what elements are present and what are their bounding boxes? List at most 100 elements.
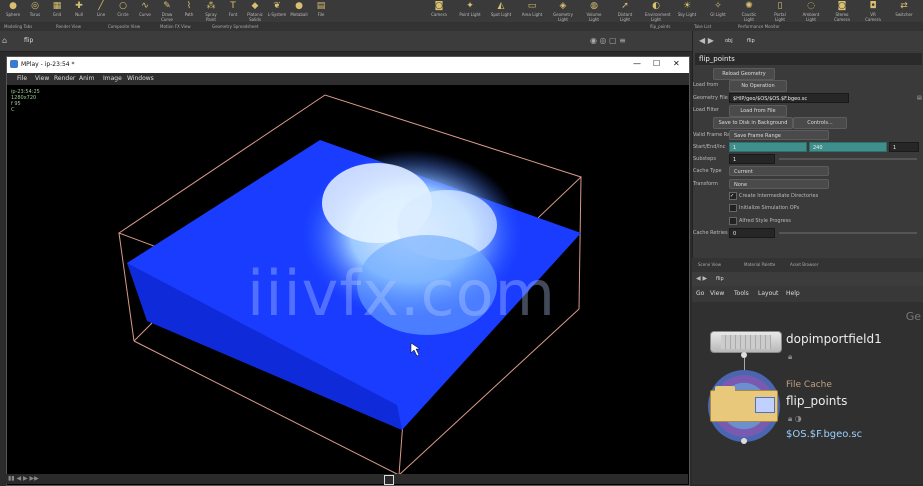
network-menu-item[interactable]: Help <box>786 290 800 297</box>
caustic-light-icon: ✺ <box>745 1 753 11</box>
controls-button[interactable]: Controls... <box>793 117 847 130</box>
reload-geometry-button[interactable]: Reload Geometry <box>713 68 775 80</box>
inc-field[interactable]: 1 <box>889 141 919 152</box>
node-output-connector[interactable] <box>741 352 747 358</box>
shelf-tool-circle[interactable]: ○ Circle <box>112 1 134 21</box>
minimize-button[interactable]: — <box>633 59 641 68</box>
shelf-tool-metaball[interactable]: ● Metaball <box>288 1 310 21</box>
pane-path-flip[interactable]: flip <box>747 38 755 44</box>
timeline-bar[interactable]: ▮▮ ◀ ▶ ▶▶ <box>6 474 688 485</box>
network-menu-item[interactable]: Layout <box>758 290 778 297</box>
shelf-tool-area-light[interactable]: ▭ Area Light <box>521 1 543 21</box>
shelf-tool-distant-light[interactable]: ➚ Distant Light <box>614 1 636 22</box>
shelf-tab[interactable]: Motion FX View <box>160 24 191 29</box>
node2-output-connector[interactable] <box>741 438 747 444</box>
shelf-tool-geo-light[interactable]: ◈ Geometry Light <box>552 1 574 22</box>
lsystem-icon: ❦ <box>273 1 281 11</box>
shelf-tool-label: Metaball <box>290 12 308 17</box>
param-value-field[interactable]: 0 <box>729 227 775 238</box>
pane-tab[interactable]: Take List <box>694 24 711 29</box>
shelf-tool-path[interactable]: ⌇ Path <box>178 1 200 21</box>
playback-controls-icon[interactable]: ▮▮ ◀ ▶ ▶▶ <box>8 475 39 482</box>
shelf-tool-file[interactable]: ▤ File <box>310 1 332 21</box>
save-to-disk-background-button[interactable]: Save to Disk in Background <box>713 117 793 130</box>
shelf-tool-caustic-light[interactable]: ✺ Caustic Light <box>738 1 760 22</box>
shelf-tool-torus[interactable]: ◎ Torus <box>24 1 46 21</box>
dopimportfield-node[interactable] <box>710 331 782 353</box>
shelf-tool-switcher[interactable]: ⇄ Switcher <box>893 1 915 21</box>
checkbox[interactable]: ✓ <box>729 192 737 200</box>
maximize-button[interactable]: ☐ <box>653 59 660 68</box>
shelf-tool-point-light[interactable]: ✦ Point Light <box>459 1 481 21</box>
checkbox-label: Create Intermediate Directories <box>739 193 819 199</box>
network-path[interactable]: flip <box>716 276 724 282</box>
shelf-tool-label: Draw Curve <box>161 12 173 22</box>
shelf-tool-sky-light[interactable]: ☀ Sky Light <box>676 1 698 21</box>
lock-icon-2[interactable]: 🔒︎ ◑ <box>788 414 802 424</box>
geometry-file-field[interactable]: $HIP/geo/$OS/$OS.$F.bgeo.sc <box>729 92 849 103</box>
checkbox-label: Alfred Style Progress <box>739 217 791 224</box>
mplay-menu-item[interactable]: Windows <box>127 75 154 82</box>
param-value-field[interactable]: 1 <box>729 154 775 165</box>
shelf-tool-font[interactable]: T Font <box>222 1 244 21</box>
network-tab[interactable]: Asset Browser <box>790 262 818 267</box>
shelf-tab[interactable]: Geometry Spreadsheet <box>212 24 258 29</box>
back-icon[interactable]: ◀ ▶ <box>699 36 714 45</box>
checkbox[interactable] <box>729 204 737 213</box>
start-frame-field[interactable]: 1 <box>729 141 807 152</box>
mplay-menu-item[interactable]: Anim <box>79 75 94 82</box>
shelf-tool-sphere[interactable]: ● Sphere <box>2 1 24 21</box>
shelf-tab[interactable]: Composite View <box>108 24 140 29</box>
pane-path[interactable]: flip <box>24 37 33 44</box>
shelf-tool-volume-light[interactable]: ◍ Volume Light <box>583 1 605 22</box>
network-menu-item[interactable]: Go <box>696 290 704 297</box>
param-button[interactable]: No Operation <box>729 80 787 93</box>
lock-icon[interactable]: 🔒︎ <box>788 352 792 362</box>
shelf-tool-gi-light[interactable]: ✧ GI Light <box>707 1 729 21</box>
shelf-tool-curve[interactable]: ∿ Curve <box>134 1 156 21</box>
shelf-tool-vr-camera[interactable]: ◘ VR Camera <box>862 1 884 22</box>
obj-icon[interactable]: ◀ ▶ <box>696 275 707 282</box>
shelf-tab[interactable]: Render View <box>56 24 81 29</box>
end-frame-field[interactable]: 240 <box>809 141 887 152</box>
shelf-tool-line[interactable]: ╱ Line <box>90 1 112 21</box>
param-button[interactable]: Load from File <box>729 104 787 117</box>
shelf-tool-spot-light[interactable]: ◭ Spot Light <box>490 1 512 21</box>
shelf-tool-null[interactable]: ✚ Null <box>68 1 90 21</box>
param-slider[interactable] <box>779 158 917 161</box>
pane-tab[interactable]: flip_points <box>650 24 670 29</box>
shelf-tool-camera[interactable]: ◙ Camera <box>428 1 450 21</box>
network-editor[interactable]: Ge dopimportfield1 🔒︎ File Cache flip_po… <box>692 302 923 484</box>
param-menu[interactable]: None <box>729 178 829 189</box>
network-tab[interactable]: Material Palette <box>744 262 775 267</box>
node-name-field[interactable]: flip_points <box>695 53 922 65</box>
checkbox[interactable] <box>729 216 737 225</box>
param-slider[interactable] <box>779 231 917 234</box>
render-viewport[interactable]: ip-23:54:25 1280x720 f 95 C iiivfx.com <box>7 85 689 485</box>
shelf-tool-ambient-light[interactable]: ◌ Ambient Light <box>800 1 822 22</box>
mplay-menu-item[interactable]: File <box>17 75 27 82</box>
shelf-tool-grid[interactable]: ▦ Grid <box>46 1 68 21</box>
shelf-tool-spray-paint[interactable]: ⁂ Spray Paint <box>200 1 222 22</box>
pane-path-obj[interactable]: obj <box>725 38 733 44</box>
network-menu-item[interactable]: View <box>710 290 724 297</box>
shelf-tool-platonic[interactable]: ◆ Platonic Solids <box>244 1 266 22</box>
param-menu[interactable]: Current <box>729 166 829 177</box>
file-browse-icon[interactable]: ▤ <box>917 95 922 101</box>
mplay-menu-item[interactable]: Image <box>103 75 122 82</box>
shelf-tool-draw-curve[interactable]: ✎ Draw Curve <box>156 1 178 22</box>
network-menu-item[interactable]: Tools <box>734 290 749 297</box>
desktop-icon[interactable]: ⌂ <box>2 36 7 45</box>
param-menu[interactable]: Save Frame Range <box>729 129 829 140</box>
shelf-tool-env-light[interactable]: ◐ Environment Light <box>645 1 671 22</box>
pane-tab[interactable]: Performance Monitor <box>738 24 780 29</box>
shelf-tab[interactable]: Modeling Tabs <box>4 24 32 29</box>
network-tab[interactable]: Scene View <box>698 262 721 267</box>
shelf-tool-lsystem[interactable]: ❦ L-System <box>266 1 288 21</box>
mplay-menu-item[interactable]: Render <box>54 75 75 82</box>
view-tools-icon[interactable]: ◉ ◎ ▢ ≡ <box>590 36 626 45</box>
shelf-tool-stereo-camera[interactable]: ◙ Stereo Camera <box>831 1 853 22</box>
shelf-tool-portal-light[interactable]: ▯ Portal Light <box>769 1 791 22</box>
close-button[interactable]: ✕ <box>673 59 680 68</box>
mplay-menu-item[interactable]: View <box>35 75 49 82</box>
